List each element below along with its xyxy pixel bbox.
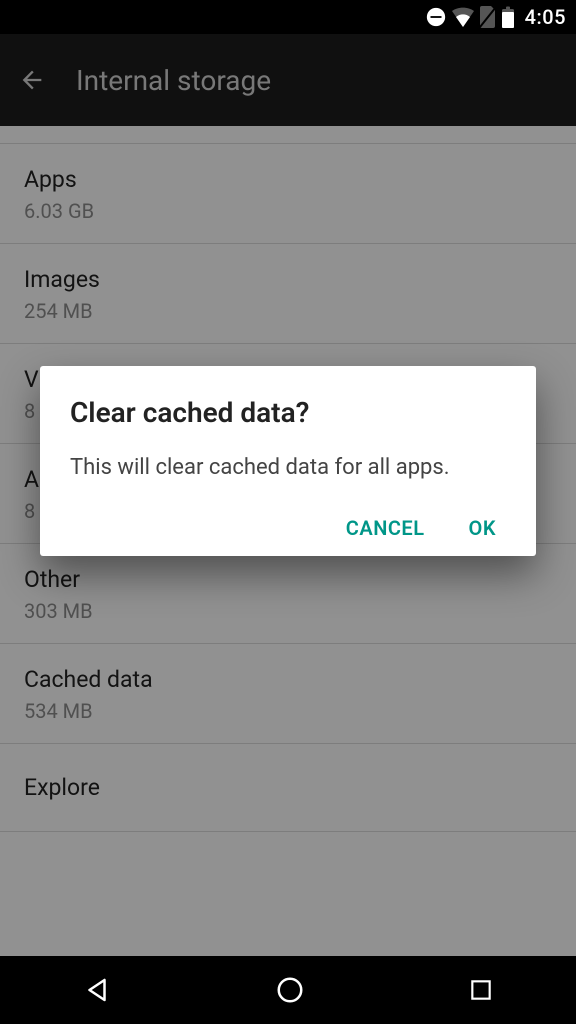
wifi-icon <box>451 7 475 27</box>
battery-icon <box>501 6 515 28</box>
nav-recents-button[interactable] <box>468 977 494 1003</box>
status-clock: 4:05 <box>525 5 566 29</box>
dialog-body: This will clear cached data for all apps… <box>70 453 506 484</box>
dialog-title: Clear cached data? <box>70 396 506 429</box>
do-not-disturb-icon <box>425 6 447 28</box>
nav-home-button[interactable] <box>275 975 305 1005</box>
no-sim-icon <box>479 6 497 28</box>
nav-bar <box>0 956 576 1024</box>
clear-cache-dialog: Clear cached data? This will clear cache… <box>40 366 536 556</box>
ok-button[interactable]: OK <box>469 516 496 540</box>
nav-back-button[interactable] <box>82 975 112 1005</box>
dialog-actions: CANCEL OK <box>70 516 506 540</box>
status-bar: 4:05 <box>0 0 576 34</box>
cancel-button[interactable]: CANCEL <box>346 516 425 540</box>
